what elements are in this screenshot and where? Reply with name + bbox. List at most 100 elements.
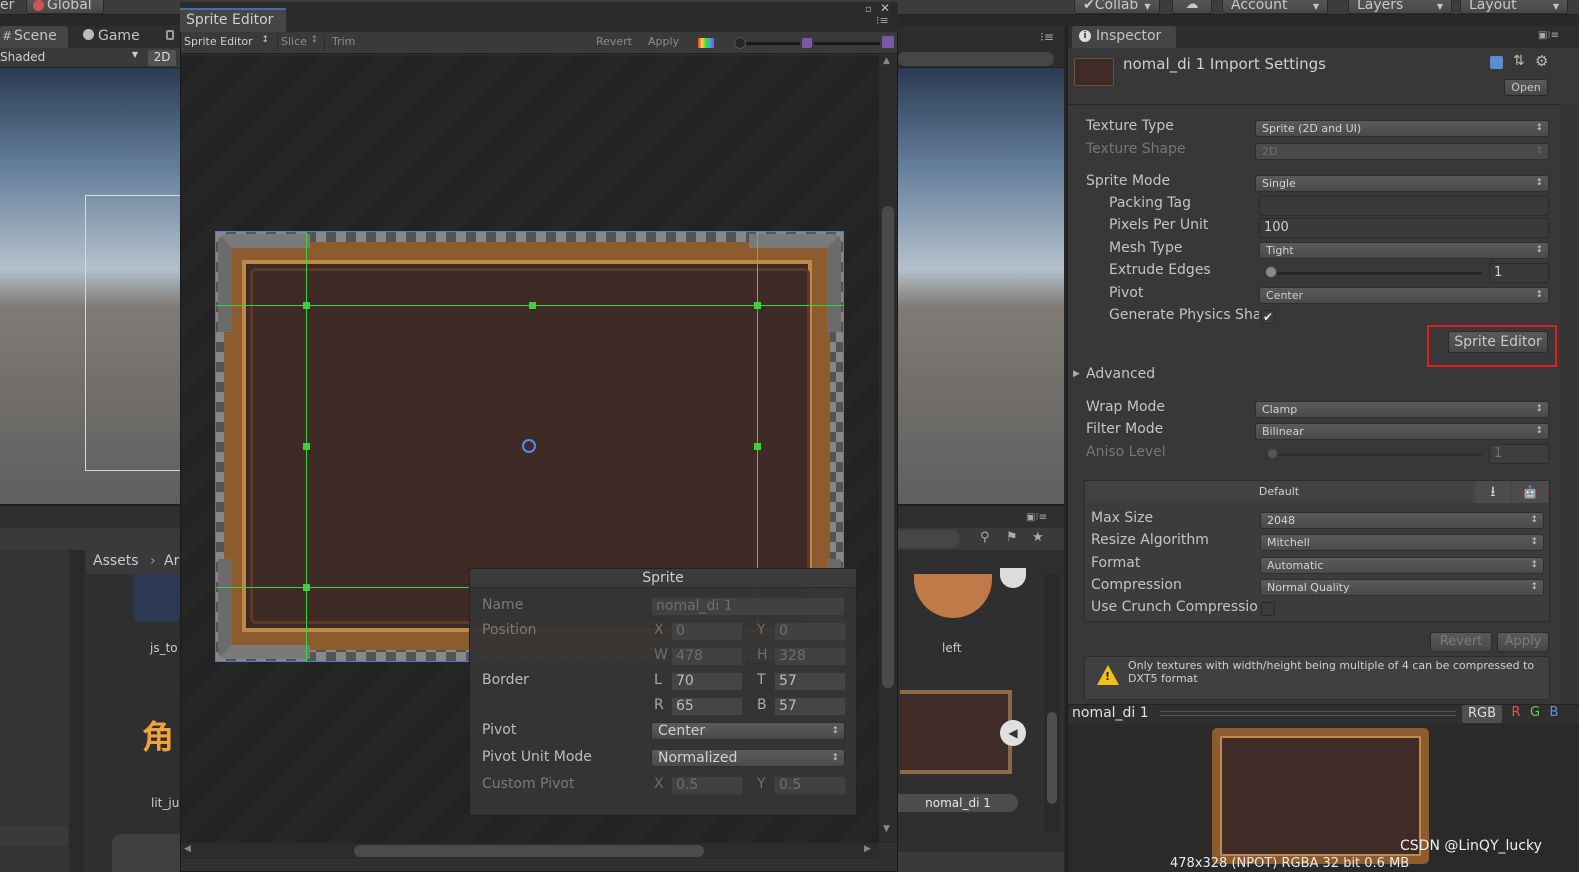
filter-label-icon[interactable]: ⚑ xyxy=(1006,530,1018,545)
wrap-mode-dropdown[interactable]: Clamp xyxy=(1255,401,1549,418)
inspector-scrollbar[interactable] xyxy=(1560,104,1579,704)
account-dropdown[interactable]: Account ▼ xyxy=(1222,0,1328,14)
lock-icon[interactable]: ▣⁝≡ xyxy=(1026,512,1047,523)
tab-game[interactable]: Game xyxy=(78,26,166,48)
close-icon[interactable]: ✕ xyxy=(880,1,890,15)
asset-label[interactable]: left xyxy=(942,641,961,655)
pivot-dropdown[interactable]: Center xyxy=(651,722,845,740)
project-scrollbar-thumb[interactable] xyxy=(1047,712,1057,804)
help-icon[interactable] xyxy=(1490,56,1503,69)
height-field[interactable]: 328 xyxy=(774,647,846,666)
asset-thumb-bottom[interactable] xyxy=(112,834,180,872)
aniso-level-field[interactable]: 1 xyxy=(1489,444,1549,464)
breadcrumb-next[interactable]: Ar xyxy=(164,553,179,569)
border-handle[interactable] xyxy=(303,302,310,309)
tab-standalone-download-icon[interactable]: ⭳ xyxy=(1476,481,1510,503)
shading-mode-dropdown[interactable]: Shaded ▼ xyxy=(0,50,144,66)
2d-toggle[interactable]: 2D xyxy=(148,50,176,66)
generate-physics-checkbox[interactable]: ✔ xyxy=(1261,310,1275,324)
canvas-vertical-thumb[interactable] xyxy=(882,206,894,688)
tab-default-platform[interactable]: Default xyxy=(1085,481,1473,503)
back-arrow-icon[interactable]: ◀ xyxy=(1000,720,1026,746)
border-handle[interactable] xyxy=(529,302,536,309)
max-size-dropdown[interactable]: 2048 xyxy=(1260,512,1544,529)
lock-icon[interactable]: ▣⁝≡ xyxy=(1538,30,1559,41)
editor-mode-dropdown[interactable]: Sprite Editor ↕ xyxy=(184,35,272,51)
project-search-field[interactable] xyxy=(898,530,960,548)
position-y-field[interactable]: 0 xyxy=(774,622,846,641)
aniso-slider-handle[interactable] xyxy=(1267,448,1278,459)
extrude-edges-field[interactable]: 1 xyxy=(1489,263,1549,283)
border-b-field[interactable]: 57 xyxy=(774,697,846,716)
apply-button[interactable]: Apply xyxy=(648,35,679,48)
scroll-left-icon[interactable]: ◀ xyxy=(184,844,191,854)
window-menu-icon[interactable]: ⁝≡ xyxy=(876,14,889,27)
texture-type-dropdown[interactable]: Sprite (2D and UI) xyxy=(1255,120,1549,137)
mip-slider-track[interactable] xyxy=(814,42,880,45)
breadcrumb-assets[interactable]: Assets xyxy=(93,553,139,569)
position-x-field[interactable]: 0 xyxy=(671,622,743,641)
custom-pivot-x-field[interactable]: 0.5 xyxy=(671,776,743,795)
scene-viewport[interactable] xyxy=(0,68,195,504)
advanced-foldout[interactable]: Advanced xyxy=(1086,366,1155,382)
panel-menu-icon[interactable]: ⁝≡ xyxy=(1040,30,1054,44)
slice-dropdown[interactable]: Slice ↕ xyxy=(277,35,321,51)
collab-button[interactable]: ✔Collab ▼ xyxy=(1074,0,1160,14)
border-handle[interactable] xyxy=(303,443,310,450)
border-l-field[interactable]: 70 xyxy=(671,672,743,691)
preview-drag-handle[interactable] xyxy=(1160,711,1456,716)
crunch-compression-checkbox[interactable] xyxy=(1261,602,1275,616)
pivot-unit-mode-dropdown[interactable]: Normalized xyxy=(651,749,845,767)
pixels-per-unit-field[interactable]: 100 xyxy=(1259,218,1549,238)
zoom-slider-track[interactable] xyxy=(738,42,800,45)
filter-mode-dropdown[interactable]: Bilinear xyxy=(1255,423,1549,440)
project-tree-scrollbar[interactable] xyxy=(70,550,84,872)
mesh-type-dropdown[interactable]: Tight xyxy=(1259,242,1549,259)
cloud-button[interactable]: ☁ xyxy=(1172,0,1212,14)
tab-inspector[interactable]: i Inspector xyxy=(1072,26,1176,48)
width-field[interactable]: 478 xyxy=(671,647,743,666)
sprite-editor-button[interactable]: Sprite Editor xyxy=(1448,331,1548,353)
format-dropdown[interactable]: Automatic xyxy=(1260,557,1544,574)
tab-scene[interactable]: # Scene xyxy=(0,26,68,48)
color-channel-icon[interactable] xyxy=(698,38,714,48)
open-button[interactable]: Open xyxy=(1504,79,1548,96)
resize-algorithm-dropdown[interactable]: Mitchell xyxy=(1260,534,1544,551)
canvas-horizontal-thumb[interactable] xyxy=(354,845,704,857)
pivot-dropdown[interactable]: Center xyxy=(1259,287,1549,304)
pivot-handle-icon[interactable] xyxy=(522,439,536,453)
asset-thumb-js[interactable] xyxy=(134,574,180,622)
name-field[interactable]: nomal_di 1 xyxy=(651,597,845,616)
border-t-field[interactable]: 57 xyxy=(774,672,846,691)
trim-button[interactable]: Trim xyxy=(324,35,364,51)
layers-dropdown[interactable]: Layers ▼ xyxy=(1348,0,1452,14)
green-channel-toggle[interactable]: G xyxy=(1527,705,1543,720)
zoom-slider-handle[interactable] xyxy=(734,37,746,49)
border-handle[interactable] xyxy=(754,443,761,450)
asset-label[interactable]: js_to xyxy=(150,641,178,655)
preset-icon[interactable]: ⇅ xyxy=(1513,53,1525,69)
asset-thumb-nomal[interactable] xyxy=(900,690,1012,774)
extrude-slider-handle[interactable] xyxy=(1265,266,1277,278)
rgb-toggle[interactable]: RGB xyxy=(1462,705,1502,723)
border-handle[interactable] xyxy=(303,584,310,591)
layout-dropdown[interactable]: Layout ▼ xyxy=(1460,0,1568,14)
gear-icon[interactable]: ⚙ xyxy=(1535,52,1548,70)
packing-tag-field[interactable] xyxy=(1259,196,1549,216)
scene-viewport-right[interactable] xyxy=(898,68,1064,504)
aniso-slider-track[interactable] xyxy=(1266,453,1482,456)
scroll-up-icon[interactable]: ▲ xyxy=(883,56,890,66)
revert-button[interactable]: Revert xyxy=(1430,632,1492,652)
asset-label[interactable]: lit_ju xyxy=(151,796,179,810)
filter-type-icon[interactable]: ⚲ xyxy=(980,530,990,545)
custom-pivot-y-field[interactable]: 0.5 xyxy=(774,776,846,795)
scroll-right-icon[interactable]: ▶ xyxy=(864,844,871,854)
scroll-down-icon[interactable]: ▼ xyxy=(883,824,890,834)
border-r-field[interactable]: 65 xyxy=(671,697,743,716)
asset-label-selected[interactable]: nomal_di 1 xyxy=(898,794,1018,812)
sprite-editor-tab[interactable]: Sprite Editor xyxy=(180,8,286,32)
texture-shape-dropdown[interactable]: 2D xyxy=(1255,143,1549,160)
tab-android-icon[interactable]: 🤖 xyxy=(1512,481,1548,503)
extrude-slider-track[interactable] xyxy=(1266,272,1482,275)
global-toggle[interactable]: Global xyxy=(26,0,104,14)
